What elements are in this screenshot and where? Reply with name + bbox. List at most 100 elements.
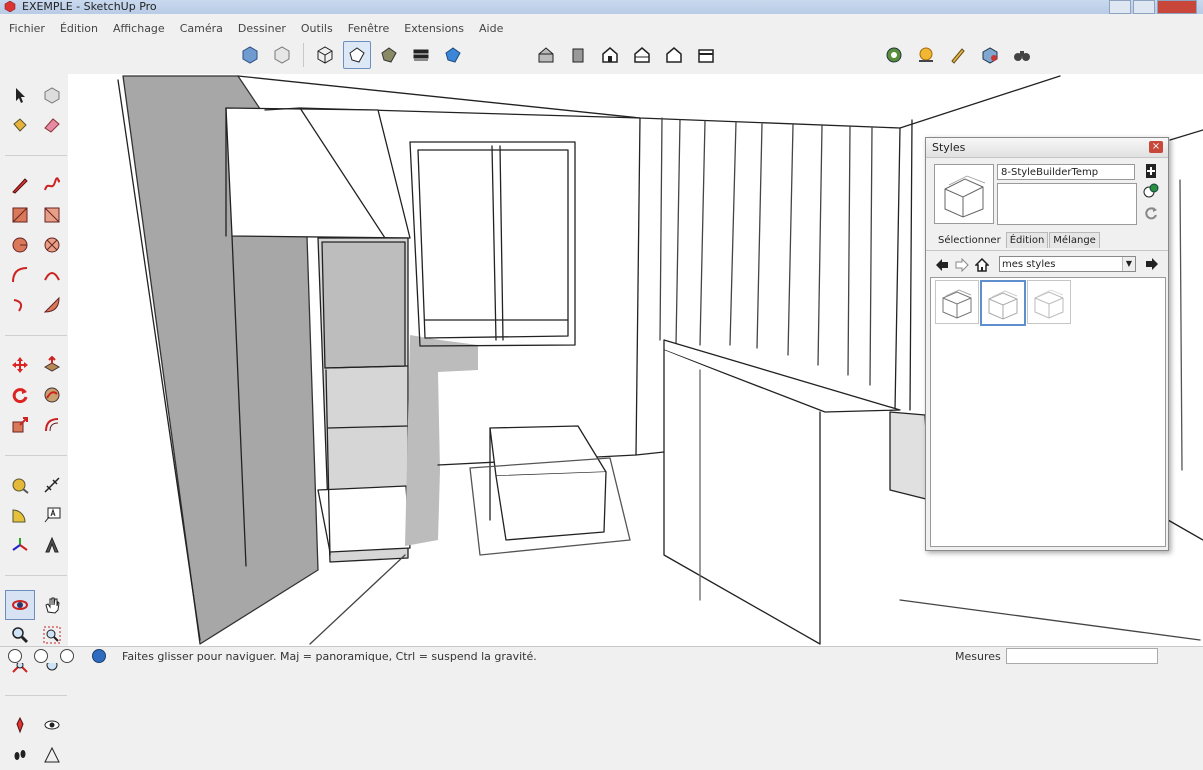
tape-measure-icon[interactable] (5, 470, 35, 500)
help-icon[interactable] (92, 649, 106, 663)
menu-fenetre[interactable]: Fenêtre (339, 22, 396, 35)
sun-shadow-icon[interactable] (912, 41, 940, 69)
create-style-icon[interactable] (1143, 163, 1159, 179)
style-name-field[interactable]: 8-StyleBuilderTemp (997, 164, 1135, 180)
iso-view-icon[interactable] (236, 41, 264, 69)
menu-aide[interactable]: Aide (470, 22, 509, 35)
pie-icon[interactable] (37, 290, 67, 320)
left-house-icon[interactable] (660, 41, 688, 69)
sketchup-logo-icon (4, 1, 16, 12)
circle-icon[interactable] (5, 230, 35, 260)
back-house-icon[interactable] (628, 41, 656, 69)
tab-melange[interactable]: Mélange (1049, 232, 1100, 248)
pan-icon[interactable] (37, 590, 67, 620)
styles-panel-titlebar[interactable]: Styles × (926, 138, 1168, 158)
tab-selectionner[interactable]: Sélectionner (932, 232, 1005, 248)
status-bar: Faites glisser pour naviguer. Maj = pano… (0, 646, 1203, 664)
update-style-icon[interactable] (1143, 183, 1159, 199)
menu-camera[interactable]: Caméra (171, 22, 229, 35)
section-plane-icon[interactable] (37, 740, 67, 770)
three-point-arc-icon[interactable] (5, 290, 35, 320)
toolbar-separator (303, 43, 304, 67)
window-title: EXEMPLE - SketchUp Pro (22, 0, 157, 13)
position-camera-icon[interactable] (5, 710, 35, 740)
style-thumbnail[interactable] (935, 280, 979, 324)
bottom-house-icon[interactable] (692, 41, 720, 69)
right-house-icon[interactable] (596, 41, 624, 69)
binoculars-icon[interactable] (1008, 41, 1036, 69)
close-window-button[interactable] (1157, 0, 1197, 14)
arc-icon[interactable] (5, 260, 35, 290)
rotate-icon[interactable] (5, 380, 35, 410)
style-thumbnail-selected[interactable] (980, 280, 1026, 326)
freehand-icon[interactable] (37, 170, 67, 200)
paint-icon[interactable] (944, 41, 972, 69)
home-icon[interactable] (974, 257, 990, 273)
menu-extensions[interactable]: Extensions (395, 22, 470, 35)
measurements-label: Mesures (955, 650, 1001, 663)
dimension-icon[interactable] (37, 470, 67, 500)
shaded-icon[interactable] (375, 41, 403, 69)
scale-icon[interactable] (5, 410, 35, 440)
details-arrow-icon[interactable] (1144, 256, 1160, 272)
forward-arrow-icon[interactable] (954, 257, 970, 273)
polygon-icon[interactable] (37, 230, 67, 260)
menu-dessiner[interactable]: Dessiner (229, 22, 292, 35)
style-thumbnail[interactable] (1027, 280, 1071, 324)
eraser-icon[interactable] (37, 110, 67, 140)
two-point-arc-icon[interactable] (37, 260, 67, 290)
chevron-down-icon: ▼ (1122, 257, 1135, 271)
orbit-icon[interactable] (5, 590, 35, 620)
rotated-rectangle-icon[interactable] (37, 200, 67, 230)
tool-palette (0, 74, 68, 763)
walk-icon[interactable] (5, 740, 35, 770)
component-icon[interactable] (37, 80, 67, 110)
user-icon[interactable] (60, 649, 74, 663)
close-icon[interactable]: × (1149, 141, 1163, 153)
top-view-icon[interactable] (268, 41, 296, 69)
maximize-button[interactable] (1133, 0, 1155, 14)
paint-bucket-icon[interactable] (5, 110, 35, 140)
protractor-icon[interactable] (5, 500, 35, 530)
minimize-button[interactable] (1109, 0, 1131, 14)
front-house-icon[interactable] (564, 41, 592, 69)
push-pull-icon[interactable] (37, 350, 67, 380)
select-icon[interactable] (5, 80, 35, 110)
style-description-field[interactable] (997, 183, 1137, 225)
menu-affichage[interactable]: Affichage (104, 22, 171, 35)
look-around-icon[interactable] (37, 710, 67, 740)
refresh-icon[interactable] (1143, 205, 1159, 221)
move-icon[interactable] (5, 350, 35, 380)
menu-fichier[interactable]: Fichier (0, 22, 51, 35)
styles-nav-row (934, 255, 990, 275)
rectangle-icon[interactable] (5, 200, 35, 230)
xray-icon[interactable] (311, 41, 339, 69)
extras-toolbar (880, 40, 1036, 70)
extension-icon[interactable] (976, 41, 1004, 69)
views-toolbar (532, 40, 720, 70)
monochrome-icon[interactable] (439, 41, 467, 69)
3d-text-icon[interactable] (37, 530, 67, 560)
menu-edition[interactable]: Édition (51, 22, 104, 35)
menu-outils[interactable]: Outils (292, 22, 339, 35)
styles-panel-title: Styles (932, 141, 966, 154)
palette-separator (5, 334, 67, 336)
hidden-line-icon[interactable] (407, 41, 435, 69)
palette-separator (5, 454, 67, 456)
back-arrow-icon[interactable] (934, 257, 950, 273)
collection-dropdown[interactable]: mes styles ▼ (999, 256, 1136, 272)
warehouse-icon[interactable] (880, 41, 908, 69)
wireframe-icon[interactable] (343, 41, 371, 69)
follow-me-icon[interactable] (37, 380, 67, 410)
styles-list (930, 277, 1166, 547)
iso-house-icon[interactable] (532, 41, 560, 69)
geo-location-icon[interactable] (8, 649, 22, 663)
offset-icon[interactable] (37, 410, 67, 440)
axes-icon[interactable] (5, 530, 35, 560)
pencil-icon[interactable] (5, 170, 35, 200)
tab-edition[interactable]: Édition (1005, 232, 1049, 248)
palette-separator (5, 574, 67, 576)
window-titlebar: EXEMPLE - SketchUp Pro (0, 0, 1203, 14)
credits-icon[interactable] (34, 649, 48, 663)
text-icon[interactable] (37, 500, 67, 530)
